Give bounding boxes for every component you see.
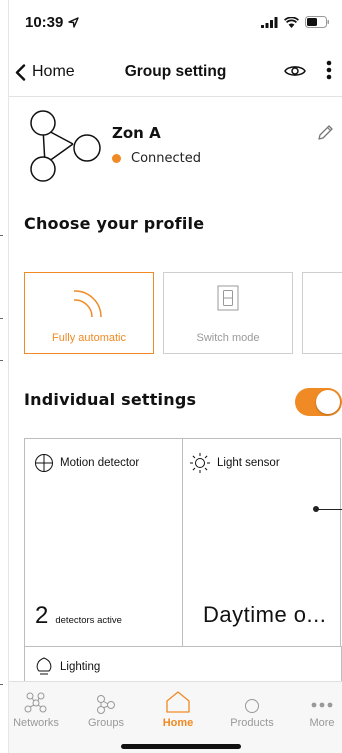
pencil-icon	[318, 125, 333, 140]
home-icon	[166, 691, 190, 713]
cellular-signal-icon	[261, 16, 278, 28]
networks-icon	[24, 692, 47, 713]
zone-network-icon	[30, 110, 101, 182]
connection-status: Connected	[112, 151, 201, 166]
back-button[interactable]: Home	[15, 63, 75, 81]
edge-tick	[0, 684, 3, 685]
individual-settings-toggle[interactable]	[295, 388, 342, 416]
individual-settings-heading: Individual settings	[24, 390, 197, 409]
eye-icon	[284, 65, 306, 76]
sun-icon	[190, 453, 210, 473]
light-sensor-value: Daytime o...	[203, 602, 327, 627]
navigation-bar: Home Group setting	[9, 52, 342, 92]
motion-detector-icon	[35, 454, 53, 472]
wifi-icon	[284, 16, 299, 28]
profile-card-partial[interactable]: N	[302, 272, 342, 354]
tab-bar: Networks Groups Home Products More	[9, 681, 342, 753]
groups-icon	[97, 695, 115, 714]
card-title: Light sensor	[217, 457, 280, 469]
zone-name: Zon A	[112, 124, 161, 142]
card-title: Lighting	[60, 661, 101, 673]
back-label: Home	[32, 63, 75, 80]
tab-label: Groups	[87, 717, 125, 729]
active-detector-count: 2	[35, 602, 49, 629]
tab-networks[interactable]: Networks	[9, 688, 66, 729]
tab-home[interactable]: Home	[148, 688, 208, 729]
profile-card-fully-automatic[interactable]: Fully automatic	[24, 272, 154, 354]
lighting-card[interactable]: Lighting	[24, 646, 342, 682]
profile-label: Switch mode	[196, 332, 260, 344]
tab-products[interactable]: Products	[222, 688, 282, 729]
profile-label: Fully automatic	[52, 332, 126, 344]
view-button[interactable]	[284, 63, 306, 82]
tab-label: Networks	[13, 717, 59, 729]
tab-label: More	[309, 717, 335, 729]
tab-label: Home	[162, 717, 194, 729]
more-icon	[311, 702, 333, 708]
tab-label: Products	[230, 717, 274, 729]
profile-carousel[interactable]: Fully automatic Switch mode N	[24, 272, 342, 354]
battery-icon	[305, 16, 329, 28]
edit-name-button[interactable]	[316, 124, 334, 146]
annotation-line	[318, 509, 342, 510]
chevron-left-icon	[15, 63, 26, 81]
light-sensor-card[interactable]: Light sensor Daytime o...	[182, 438, 341, 647]
profile-card-switch-mode[interactable]: Switch mode	[163, 272, 293, 354]
status-time: 10:39	[25, 13, 64, 31]
status-text: Connected	[131, 151, 202, 166]
tab-more[interactable]: More	[292, 688, 342, 729]
status-bar: 10:39	[9, 0, 342, 44]
detector-count-label: detectors active	[55, 615, 122, 626]
edge-tick	[0, 318, 3, 319]
motion-waves-icon	[73, 290, 102, 318]
motion-detector-card[interactable]: Motion detector 2 detectors active	[24, 438, 183, 647]
light-bulb-icon	[36, 657, 52, 675]
status-dot-icon	[112, 154, 121, 163]
products-icon	[245, 699, 259, 713]
toggle-knob	[316, 390, 340, 414]
home-indicator	[121, 744, 241, 749]
divider	[9, 96, 342, 97]
location-arrow-icon	[68, 16, 80, 28]
more-options-button[interactable]	[326, 60, 332, 84]
tab-groups[interactable]: Groups	[76, 688, 136, 729]
card-title: Motion detector	[60, 457, 140, 469]
vertical-ellipsis-icon	[326, 60, 332, 80]
profile-heading: Choose your profile	[24, 214, 205, 233]
edge-tick	[0, 235, 3, 236]
phone-screen: 10:39 Home Group setting Zon A Connected…	[8, 0, 342, 753]
edge-tick	[0, 360, 3, 361]
switch-icon	[217, 285, 239, 311]
